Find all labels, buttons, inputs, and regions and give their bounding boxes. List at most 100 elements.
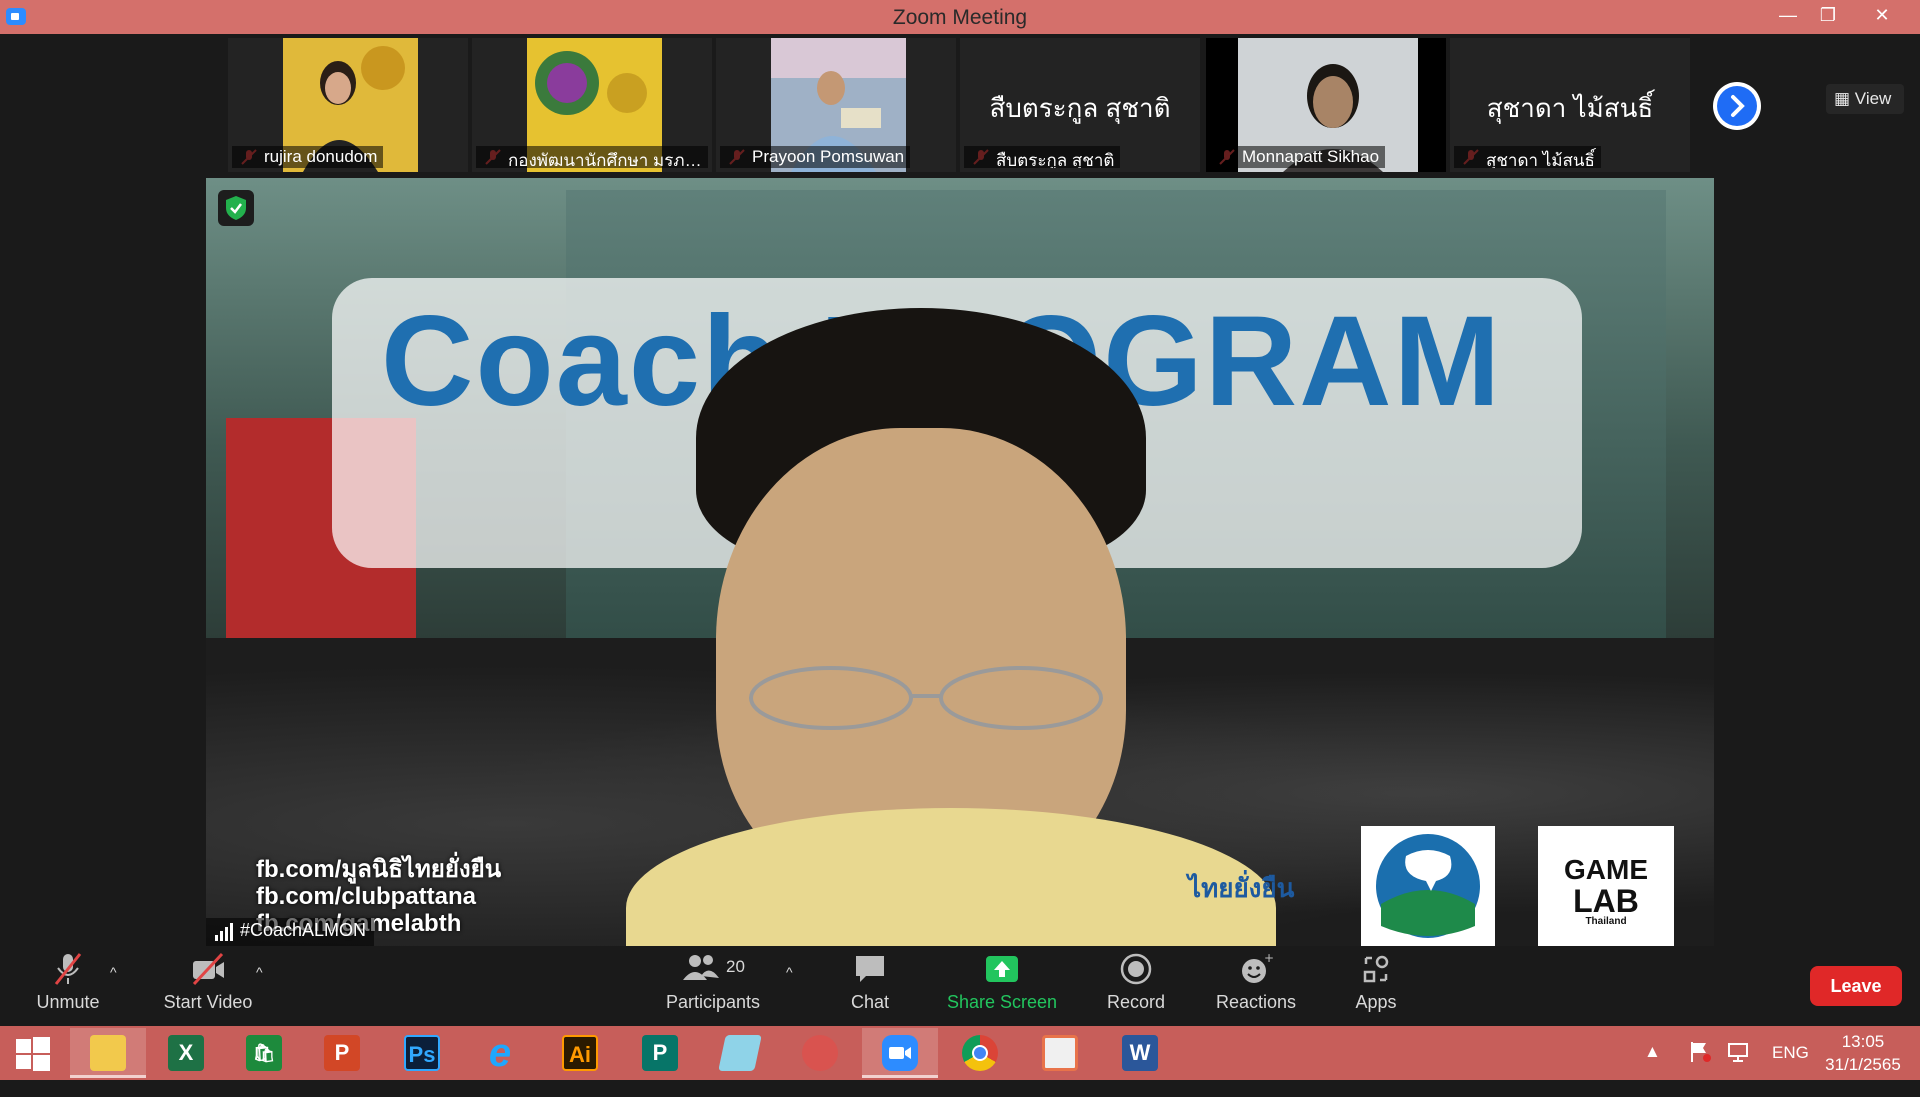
illustrator-icon: Ai bbox=[562, 1035, 598, 1071]
fb-link: fb.com/มูลนิธิไทยยั่งยืน bbox=[256, 856, 502, 883]
taskbar-notepad[interactable] bbox=[702, 1028, 778, 1078]
photos-icon bbox=[1042, 1035, 1078, 1071]
participant-tile[interactable]: สืบตระกูล สุชาติ สืบตระกูล สุชาติ bbox=[960, 38, 1200, 172]
taskbar-illustrator[interactable]: Ai bbox=[542, 1028, 618, 1078]
next-page-button[interactable] bbox=[1713, 82, 1761, 130]
participants-count: 20 bbox=[726, 957, 745, 976]
unmute-button[interactable]: Unmute bbox=[28, 952, 108, 1022]
clock-date: 31/1/2565 bbox=[1825, 1055, 1901, 1074]
leave-button[interactable]: Leave bbox=[1810, 966, 1902, 1006]
participant-name: Monnapatt Sikhao bbox=[1210, 146, 1386, 168]
taskbar-photos[interactable] bbox=[1022, 1028, 1098, 1078]
apps-label: Apps bbox=[1355, 992, 1397, 1012]
gallery-strip: rujira donudom กองพัฒนานักศึกษา มรภ.พร..… bbox=[0, 34, 1920, 174]
participant-name: สืบตระกูล สุชาติ bbox=[964, 146, 1121, 168]
apps-button[interactable]: Apps bbox=[1336, 952, 1416, 1022]
taskbar-excel[interactable]: X bbox=[148, 1028, 224, 1078]
start-video-label: Start Video bbox=[163, 992, 253, 1012]
action-center-flag-icon[interactable] bbox=[1688, 1040, 1712, 1094]
participant-name: สุชาดา ไม้สนธิ์ bbox=[1454, 146, 1601, 168]
photoscape-icon bbox=[802, 1035, 838, 1071]
participant-tile[interactable]: สุชาดา ไม้สนธิ์ สุชาดา ไม้สนธิ์ bbox=[1450, 38, 1690, 172]
taskbar-photoshop[interactable]: Ps bbox=[384, 1028, 460, 1078]
internet-explorer-icon: e bbox=[488, 1031, 512, 1075]
participant-tile[interactable]: rujira donudom bbox=[228, 38, 468, 172]
chat-icon bbox=[856, 956, 884, 982]
participant-name: rujira donudom bbox=[232, 146, 384, 168]
start-video-button[interactable]: Start Video bbox=[158, 952, 258, 1022]
participants-icon bbox=[683, 955, 720, 980]
fb-link: fb.com/clubpattana bbox=[256, 883, 477, 910]
active-speaker-video[interactable]: Coach PROGRAM urer fb.com/มูลนิธิไทยยั่ง… bbox=[206, 178, 1714, 946]
share-screen-button[interactable]: Share Screen bbox=[942, 952, 1062, 1022]
input-language[interactable]: ENG bbox=[1772, 1043, 1809, 1097]
taskbar-chrome[interactable] bbox=[942, 1028, 1018, 1078]
word-icon: W bbox=[1122, 1035, 1158, 1071]
participants-button[interactable]: 20 Participants bbox=[660, 952, 766, 1022]
clock-time: 13:05 bbox=[1841, 1032, 1885, 1051]
title-bar: Zoom Meeting — ❐ ✕ bbox=[0, 0, 1920, 34]
zoom-icon bbox=[882, 1035, 918, 1071]
folder-icon bbox=[90, 1035, 126, 1071]
show-hidden-icons-button[interactable]: ▲ bbox=[1644, 1042, 1661, 1096]
participant-tile[interactable]: กองพัฒนานักศึกษา มรภ.พร... bbox=[472, 38, 712, 172]
reactions-icon: + bbox=[1242, 952, 1274, 983]
meeting-toolbar: Unmute ^ Start Video ^ 20 Participants ^… bbox=[0, 946, 1920, 1026]
participants-options-caret[interactable]: ^ bbox=[786, 964, 793, 980]
video-options-caret[interactable]: ^ bbox=[256, 964, 263, 980]
logo-text: GAME bbox=[1564, 854, 1648, 885]
chat-button[interactable]: Chat bbox=[830, 952, 910, 1022]
taskbar-store[interactable]: 🛍 bbox=[226, 1028, 302, 1078]
taskbar-file-explorer[interactable] bbox=[70, 1028, 146, 1078]
record-icon bbox=[1120, 953, 1152, 985]
unmute-label: Unmute bbox=[36, 992, 100, 1012]
participant-name: Prayoon Pomsuwan bbox=[720, 146, 911, 168]
participant-tile[interactable]: Prayoon Pomsuwan bbox=[716, 38, 956, 172]
speaker-name: #CoachALMON bbox=[240, 920, 367, 940]
participants-label: Participants bbox=[665, 992, 761, 1012]
participant-name: กองพัฒนานักศึกษา มรภ.พร... bbox=[476, 146, 708, 168]
notepad-icon bbox=[718, 1035, 762, 1071]
windows-taskbar: X 🛍 P Ps e Ai P W ▲ ENG 13:05 31/1/2565 bbox=[0, 1026, 1920, 1080]
encryption-shield-icon[interactable] bbox=[218, 190, 254, 226]
restore-button[interactable]: ❐ bbox=[1808, 0, 1848, 32]
photoshop-icon: Ps bbox=[404, 1035, 440, 1071]
reactions-button[interactable]: + Reactions bbox=[1208, 952, 1304, 1022]
powerpoint-icon: P bbox=[324, 1035, 360, 1071]
signal-strength-icon bbox=[215, 923, 233, 941]
start-button[interactable] bbox=[0, 1028, 66, 1078]
close-button[interactable]: ✕ bbox=[1862, 0, 1902, 32]
minimize-button[interactable]: — bbox=[1768, 0, 1808, 32]
audio-options-caret[interactable]: ^ bbox=[110, 964, 117, 980]
taskbar-powerpoint[interactable]: P bbox=[304, 1028, 380, 1078]
logo-text: LAB bbox=[1573, 883, 1639, 919]
share-screen-label: Share Screen bbox=[946, 992, 1058, 1012]
foundation-logo bbox=[1361, 826, 1495, 946]
share-screen-icon bbox=[986, 956, 1018, 982]
participant-tile[interactable]: Monnapatt Sikhao bbox=[1206, 38, 1446, 172]
taskbar-photoscape[interactable] bbox=[782, 1028, 858, 1078]
video-off-icon bbox=[192, 952, 224, 986]
speaker-name-label: #CoachALMON bbox=[206, 918, 375, 946]
mic-off-icon bbox=[54, 953, 82, 985]
grid-icon: ▦ bbox=[1834, 89, 1855, 108]
network-icon[interactable] bbox=[1726, 1040, 1750, 1094]
participant-display-name: สืบตระกูล สุชาติ bbox=[989, 93, 1171, 123]
foundation-tag: ไทยยั่งยืน bbox=[1188, 873, 1295, 903]
presenter bbox=[626, 308, 1276, 946]
view-button[interactable]: ▦ View bbox=[1826, 84, 1904, 114]
record-label: Record bbox=[1106, 992, 1166, 1012]
gamelab-logo: GAME LAB Thailand bbox=[1538, 826, 1674, 946]
taskbar-clock[interactable]: 13:05 31/1/2565 bbox=[1808, 1030, 1918, 1076]
taskbar-publisher[interactable]: P bbox=[622, 1028, 698, 1078]
taskbar-zoom[interactable] bbox=[862, 1028, 938, 1078]
chrome-icon bbox=[962, 1035, 998, 1071]
svg-text:+: + bbox=[1264, 952, 1274, 965]
excel-icon: X bbox=[168, 1035, 204, 1071]
record-button[interactable]: Record bbox=[1096, 952, 1176, 1022]
store-icon: 🛍 bbox=[246, 1035, 282, 1071]
chat-label: Chat bbox=[850, 992, 890, 1012]
taskbar-internet-explorer[interactable]: e bbox=[462, 1028, 538, 1078]
taskbar-word[interactable]: W bbox=[1102, 1028, 1178, 1078]
apps-icon bbox=[1363, 955, 1389, 983]
